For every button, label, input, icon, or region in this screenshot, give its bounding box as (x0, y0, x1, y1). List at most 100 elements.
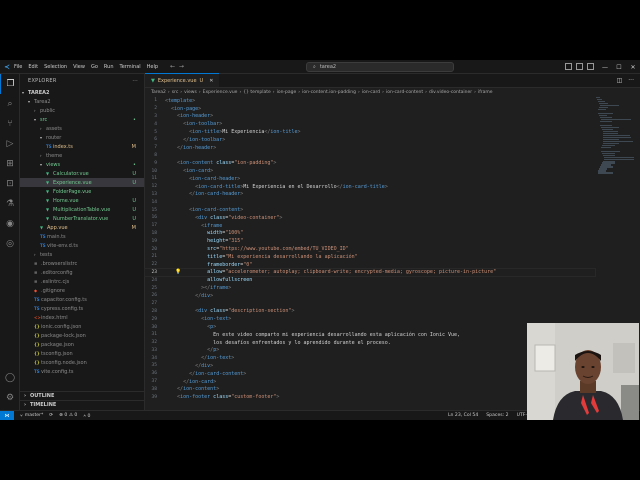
file-item[interactable]: ≡ .browserslistrc (20, 259, 144, 268)
file-item[interactable]: ▼ App.vue M (20, 223, 144, 232)
command-center-search[interactable]: ⌕ tarea2 (306, 62, 454, 72)
code-line[interactable]: 25 ></iframe > (145, 284, 595, 292)
minimap[interactable] (596, 97, 634, 177)
menu-terminal[interactable]: Terminal (120, 64, 141, 70)
breadcrumb-item[interactable]: Tarea2 (151, 90, 166, 95)
breadcrumb-item[interactable]: ion-page (277, 90, 297, 95)
file-item[interactable]: ▼ NumberTranslator.vue U (20, 214, 144, 223)
file-item[interactable]: {} package-lock.json (20, 331, 144, 340)
file-item[interactable]: TS cypress.config.ts (20, 304, 144, 313)
file-item[interactable]: ▼ Calculator.vue U (20, 169, 144, 178)
outline-section[interactable]: › OUTLINE (20, 391, 145, 400)
sync-icon[interactable]: ⟳ (49, 413, 53, 418)
breadcrumb-item[interactable]: views (184, 90, 197, 95)
file-item[interactable]: {} tsconfig.node.json (20, 358, 144, 367)
remote-indicator-icon[interactable]: ⋈ (0, 410, 14, 420)
breadcrumb-item[interactable]: src (172, 90, 179, 95)
code-line[interactable]: 4 < ion-toolbar > (145, 120, 595, 128)
menu-view[interactable]: View (73, 64, 85, 70)
run-debug-icon[interactable]: ▷ (0, 134, 20, 154)
account-icon[interactable]: ◯ (0, 368, 20, 388)
menu-file[interactable]: File (14, 64, 22, 70)
split-editor-icon[interactable]: ◫ (617, 77, 623, 84)
explorer-icon[interactable]: ❐ (0, 74, 20, 94)
remote-explorer-icon[interactable]: ⊡ (0, 174, 20, 194)
code-line[interactable]: 5 < ion-title > Mi Experiencia </ion-title > (145, 128, 595, 136)
folder-item[interactable]: › public (20, 106, 144, 115)
cursor-position[interactable]: Ln 23, Col 54 (448, 413, 478, 418)
close-icon[interactable]: ✕ (626, 64, 640, 71)
menu-go[interactable]: Go (91, 64, 98, 70)
docker-icon[interactable]: ◉ (0, 214, 20, 234)
file-item[interactable]: TS capacitor.config.ts (20, 295, 144, 304)
code-line[interactable]: 15 < ion-card-content > (145, 206, 595, 214)
code-line[interactable]: 27 (145, 300, 595, 308)
file-item[interactable]: TS main.ts (20, 232, 144, 241)
code-line[interactable]: 14 (145, 198, 595, 206)
code-line[interactable]: 29 < ion-text > (145, 315, 595, 323)
branch-name[interactable]: master* (25, 413, 44, 418)
menu-edit[interactable]: Edit (28, 64, 38, 70)
breadcrumb-item[interactable]: {} template (243, 90, 270, 95)
extensions-icon[interactable]: ⊞ (0, 154, 20, 174)
source-control-icon[interactable]: ⑂ (0, 114, 20, 134)
file-item[interactable]: ◆ .gitignore (20, 286, 144, 295)
tab-experience-vue[interactable]: ▼ Experience.vue U ✕ (145, 73, 220, 87)
code-line[interactable]: 6 </ion-toolbar > (145, 136, 595, 144)
toggle-secondary-sidebar-icon[interactable] (587, 63, 594, 70)
file-item[interactable]: {} package.json (20, 340, 144, 349)
folder-item[interactable]: › tests (20, 250, 144, 259)
file-item[interactable]: ≡ .editorconfig (20, 268, 144, 277)
code-line[interactable]: 18 width = "100%" (145, 230, 595, 238)
menu-selection[interactable]: Selection (44, 64, 67, 70)
toggle-sidebar-icon[interactable] (565, 63, 572, 70)
code-line[interactable]: 23 💡 allow = "accelerometer; autoplay; clip… (144, 267, 596, 278)
folder-item[interactable]: › assets (20, 124, 144, 133)
ports-indicator[interactable]: ⑃ 0 (83, 413, 90, 419)
file-item[interactable]: {} tsconfig.json (20, 349, 144, 358)
more-actions-icon[interactable]: ··· (628, 77, 634, 84)
breadcrumb-item[interactable]: iframe (478, 90, 493, 95)
code-line[interactable]: 13 </ion-card-header > (145, 191, 595, 199)
gear-icon[interactable]: ⚙ (0, 388, 20, 408)
indentation[interactable]: Spaces: 2 (486, 413, 508, 418)
code-line[interactable]: 1 < template > (145, 97, 595, 105)
code-line[interactable]: 22 frameborder = "0" (145, 261, 595, 269)
code-line[interactable]: 3 < ion-header > (145, 113, 595, 121)
code-line[interactable]: 7 </ion-header > (145, 144, 595, 152)
minimize-icon[interactable]: — (598, 64, 612, 71)
folder-item[interactable]: ▾ Tarea2 (20, 97, 144, 106)
folder-item[interactable]: ▾ router (20, 133, 144, 142)
breadcrumb-item[interactable]: ion-card-content (386, 90, 423, 95)
toggle-panel-icon[interactable] (576, 63, 583, 70)
code-line[interactable]: 20 src = "https://www.youtube.com/embed/TU… (145, 245, 595, 253)
code-line[interactable]: 24 allowfullscreen (145, 276, 595, 284)
code-line[interactable]: 21 title = "Mi experiencia desarrollando l… (145, 253, 595, 261)
more-actions-icon[interactable]: ··· (132, 78, 138, 84)
file-item[interactable]: TS index.ts M (20, 142, 144, 151)
workspace-root[interactable]: ▾ TAREA2 (20, 88, 144, 97)
folder-item[interactable]: ▾ views • (20, 160, 144, 169)
file-item[interactable]: ≡ .eslintrc.cjs (20, 277, 144, 286)
code-line[interactable]: 17 < iframe (145, 222, 595, 230)
breadcrumb-item[interactable]: ion-card (362, 90, 380, 95)
folder-item[interactable]: › theme (20, 151, 144, 160)
code-line[interactable]: 26 </div > (145, 292, 595, 300)
menu-run[interactable]: Run (104, 64, 114, 70)
maximize-icon[interactable]: ☐ (612, 64, 626, 71)
code-line[interactable]: 12 < ion-card-title > Mi Experiencia en el … (145, 183, 595, 191)
code-line[interactable]: 2 < ion-page > (145, 105, 595, 113)
file-item[interactable]: <> index.html (20, 313, 144, 322)
nav-arrows[interactable]: ← → (170, 63, 184, 70)
code-line[interactable]: 28 < div class = "description-section" > (145, 308, 595, 316)
search-icon[interactable]: ⌕ (0, 94, 20, 114)
ionic-icon[interactable]: ◎ (0, 234, 20, 254)
close-tab-icon[interactable]: ✕ (209, 78, 213, 84)
code-line[interactable]: 10 < ion-card > (145, 167, 595, 175)
file-item[interactable]: TS vite-env.d.ts (20, 241, 144, 250)
file-item[interactable]: {} ionic.config.json (20, 322, 144, 331)
breadcrumb-item[interactable]: Experience.vue (203, 90, 238, 95)
menu-help[interactable]: Help (147, 64, 158, 70)
file-item[interactable]: ▼ Experience.vue U (20, 178, 144, 187)
breadcrumb-item[interactable]: div.video-container (429, 90, 472, 95)
